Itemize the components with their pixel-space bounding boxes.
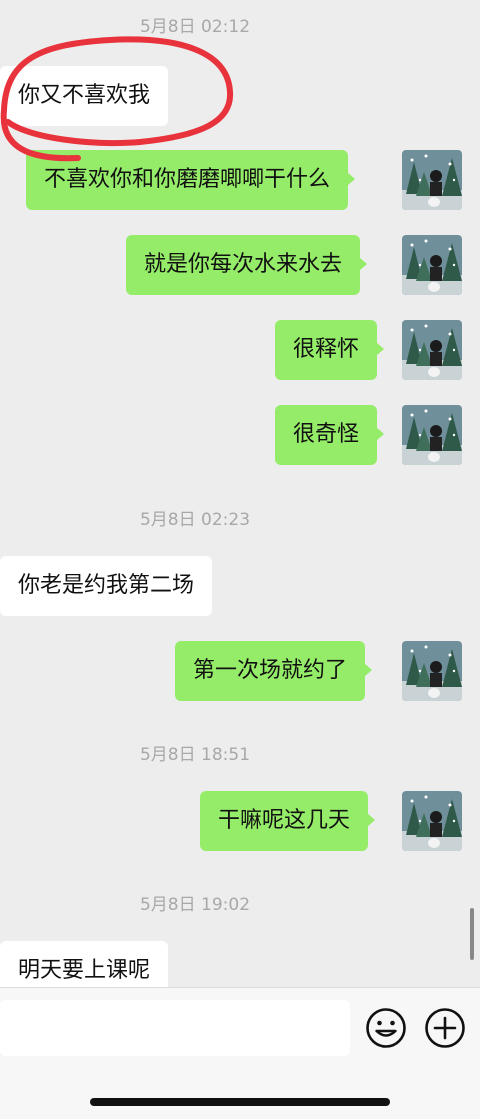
message-bubble-incoming[interactable]: 明天要上课呢 [0, 941, 169, 987]
message-bubble-outgoing[interactable]: 不喜欢你和你磨磨唧唧干什么 [26, 150, 356, 210]
message-bubble-incoming[interactable]: 你老是约我第二场 [0, 556, 213, 616]
message-bubble-incoming[interactable]: 你又不喜欢我 [0, 66, 169, 126]
message-bubble-outgoing[interactable]: 干嘛呢这几天 [200, 791, 376, 851]
timestamp: 5月8日 02:12 [139, 17, 251, 37]
user-avatar[interactable] [402, 791, 462, 851]
message-bubble-outgoing[interactable]: 很奇怪 [275, 405, 385, 465]
chat-area[interactable]: 5月8日 02:12 你又不喜欢我 不喜欢你和你磨磨唧唧干什么 就是你每次水来水… [0, 0, 480, 987]
message-bubble-outgoing[interactable]: 第一次场就约了 [175, 641, 373, 701]
user-avatar[interactable] [402, 235, 462, 295]
message-bubble-outgoing[interactable]: 就是你每次水来水去 [126, 235, 368, 295]
message-bubble-outgoing[interactable]: 很释怀 [275, 320, 385, 380]
timestamp: 5月8日 18:51 [139, 745, 251, 765]
plus-icon[interactable] [424, 1007, 466, 1049]
user-avatar[interactable] [402, 641, 462, 701]
scrollbar[interactable] [470, 908, 474, 960]
user-avatar[interactable] [402, 150, 462, 210]
message-input[interactable] [0, 1000, 350, 1056]
timestamp: 5月8日 19:02 [139, 895, 251, 915]
emoji-icon[interactable] [365, 1007, 407, 1049]
user-avatar[interactable] [402, 405, 462, 465]
timestamp: 5月8日 02:23 [139, 510, 251, 530]
home-indicator [90, 1098, 390, 1106]
user-avatar[interactable] [402, 320, 462, 380]
